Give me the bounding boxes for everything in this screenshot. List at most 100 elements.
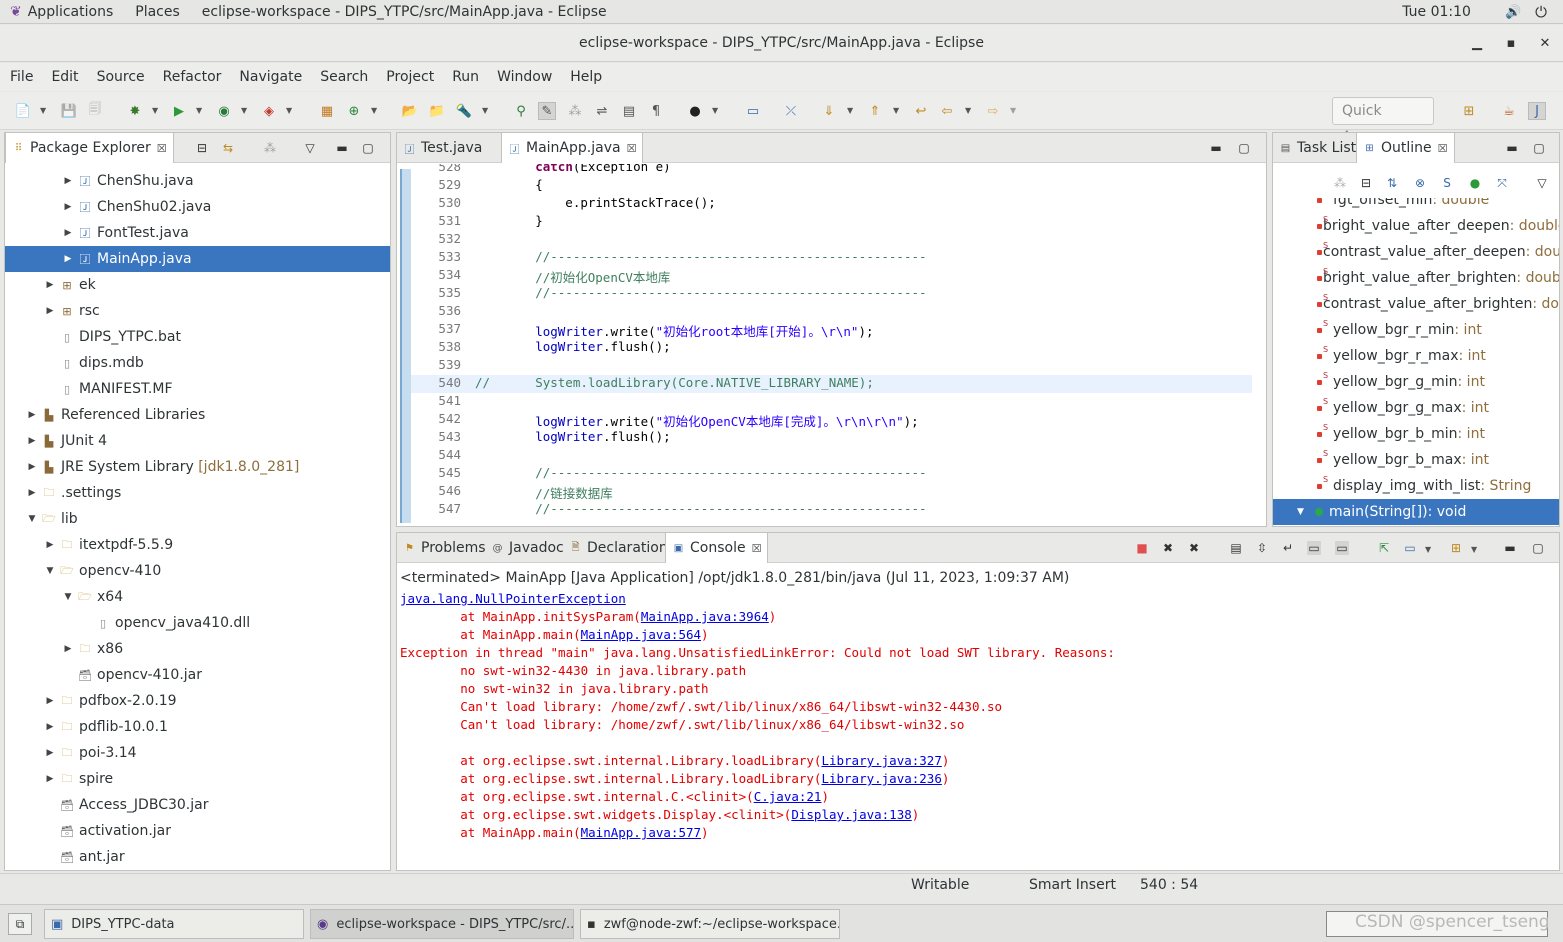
next-annotation-dropdown-icon[interactable]: ▼ [847,106,853,115]
tree-item[interactable]: ek [79,277,96,293]
close-tab-icon[interactable]: ☒ [627,142,637,155]
expand-arrow-icon[interactable]: ▶ [43,774,57,784]
clear-console-icon[interactable]: ▤ [1229,541,1243,555]
code-line[interactable]: 531 } [411,213,1252,231]
maximize-view-icon[interactable]: ▢ [361,141,375,155]
code-line[interactable]: 544 [411,447,1252,465]
previous-annotation-icon[interactable]: ⇑ [866,102,884,120]
open-console-icon[interactable]: ⊞ [1449,541,1463,555]
expand-arrow-icon[interactable]: ▶ [61,176,75,186]
tree-item[interactable]: opencv-410 [79,563,161,579]
minimize-view-icon[interactable]: ▬ [335,141,349,155]
code-line[interactable]: 533 //----------------------------------… [411,249,1252,267]
tree-item[interactable]: ChenShu.java [97,173,194,189]
java-ee-perspective-icon[interactable]: ☕ [1500,102,1518,120]
tab-outline[interactable]: ⊞ Outline ☒ [1356,133,1455,163]
taskbar-item-eclipse[interactable]: ◉ eclipse-workspace - DIPS_YTPC/src/... [310,909,574,939]
run-dropdown-icon[interactable]: ▼ [196,106,202,115]
new-class-icon[interactable]: ⊕ [345,102,363,120]
maximize-button[interactable]: ▪ [1497,25,1525,62]
outline-field[interactable]: Scontrast_value_after_brighten : double [1273,291,1559,317]
stack-trace-link[interactable]: MainApp.java:577 [581,825,701,840]
stack-trace-link[interactable]: Library.java:236 [821,771,941,786]
expand-arrow-icon[interactable]: ▶ [25,462,39,472]
tab-package-explorer[interactable]: ⠿ Package Explorer ☒ [5,133,174,163]
tab-console[interactable]: ▣ Console ☒ [665,533,769,563]
code-line[interactable]: 535 //----------------------------------… [411,285,1252,303]
expand-arrow-icon[interactable]: ▶ [43,540,57,550]
applications-menu[interactable]: ❦ Applications [10,4,113,20]
save-icon[interactable]: 💾 [60,102,78,120]
tree-item[interactable]: MANIFEST.MF [79,381,173,397]
tab-test-java[interactable]: 🄹 Test.java [397,133,501,163]
tab-task-list[interactable]: ▤ Task List [1273,133,1362,163]
close-tab-icon[interactable]: ☒ [752,542,762,555]
new-icon[interactable]: 📄 [14,102,32,120]
menu-refactor[interactable]: Refactor [163,69,222,85]
code-line[interactable]: 534 //初始化OpenCV本地库 [411,267,1252,285]
menu-project[interactable]: Project [386,69,434,85]
open-task-icon[interactable]: 📁 [428,102,446,120]
code-line[interactable]: 547 //----------------------------------… [411,501,1252,519]
tree-item-selected[interactable]: MainApp.java [97,251,192,267]
back-icon[interactable]: ⇦ [938,102,956,120]
remove-all-terminated-icon[interactable]: ✖ [1187,541,1201,555]
external-tools-dropdown-icon[interactable]: ▼ [286,106,292,115]
new-dropdown-icon[interactable]: ▼ [40,106,46,115]
outline-field[interactable]: Syellow_bgr_b_min : int [1273,421,1559,447]
code-line[interactable]: 539 [411,357,1252,375]
outline-field[interactable]: Syellow_bgr_b_max : int [1273,447,1559,473]
last-edit-icon[interactable]: ↩ [912,102,930,120]
code-line[interactable]: 532 [411,231,1252,249]
next-annotation-icon[interactable]: ⇓ [820,102,838,120]
scroll-lock-icon[interactable]: ⇳ [1255,541,1269,555]
sort-icon[interactable]: ⇅ [1385,176,1399,190]
expand-arrow-icon[interactable]: ▶ [61,644,75,654]
collapse-all-icon[interactable]: ⊟ [1359,176,1373,190]
expand-arrow-icon[interactable]: ▶ [25,410,39,420]
minimize-button[interactable]: ▁ [1463,25,1491,62]
code-line[interactable]: 543 logWriter.flush(); [411,429,1252,447]
hide-local-types-icon[interactable]: ⤧ [1495,176,1509,190]
run-icon[interactable]: ▶ [170,102,188,120]
minimize-view-icon[interactable]: ▬ [1209,141,1223,155]
code-line[interactable]: 542 logWriter.write("初始化OpenCV本地库[完成]。\r… [411,411,1252,429]
toggle-comment-icon[interactable]: ▤ [620,102,638,120]
menu-help[interactable]: Help [570,69,602,85]
word-wrap-icon[interactable]: ↵ [1281,541,1295,555]
hide-static-icon[interactable]: S [1440,176,1454,190]
view-menu-icon[interactable]: ▽ [1535,176,1549,190]
mark-occurrences-icon[interactable]: ✎ [538,102,556,120]
outline-field[interactable]: Syellow_bgr_g_max : int [1273,395,1559,421]
stack-trace-link[interactable]: C.java:21 [754,789,822,804]
maximize-view-icon[interactable]: ▢ [1531,541,1545,555]
hide-non-public-icon[interactable]: ● [1468,176,1482,190]
terminal-icon[interactable]: ▭ [744,102,762,120]
tree-item[interactable]: x64 [97,589,123,605]
tab-problems[interactable]: ⚑ Problems [397,533,492,563]
outline-field[interactable]: Sfgt_offset_min : double [1273,198,1559,213]
profile-icon[interactable]: ● [686,102,704,120]
tree-item[interactable]: FontTest.java [97,225,189,241]
outline-field[interactable]: Sbright_value_after_deepen : double [1273,213,1559,239]
tree-item[interactable]: ant.jar [79,849,125,865]
display-console-icon[interactable]: ▭ [1403,541,1417,555]
code-line[interactable]: 528 catch(Exception e) [411,164,1252,177]
hide-fields-icon[interactable]: ⊗ [1413,176,1427,190]
minimize-view-icon[interactable]: ▬ [1505,141,1519,155]
expand-arrow-icon[interactable]: ▶ [43,280,57,290]
debug-icon[interactable]: ✸ [126,102,144,120]
expand-arrow-icon[interactable]: ▶ [43,722,57,732]
display-console-dropdown-icon[interactable]: ▼ [1425,545,1431,554]
view-menu-icon[interactable]: ▽ [303,141,317,155]
profile-dropdown-icon[interactable]: ▼ [712,106,718,115]
tree-item[interactable]: opencv-410.jar [97,667,202,683]
open-console-dropdown-icon[interactable]: ▼ [1471,545,1477,554]
search-icon[interactable]: 🔦 [455,102,473,120]
collapse-arrow-icon[interactable]: ▼ [61,592,75,602]
save-all-icon[interactable]: 🗐 [86,102,104,120]
taskbar-item-dips-data[interactable]: ▣ DIPS_YTPC-data [44,909,304,939]
forward-dropdown-icon[interactable]: ▼ [1010,106,1016,115]
tree-item[interactable]: Referenced Libraries [61,407,205,423]
tree-item[interactable]: rsc [79,303,100,319]
